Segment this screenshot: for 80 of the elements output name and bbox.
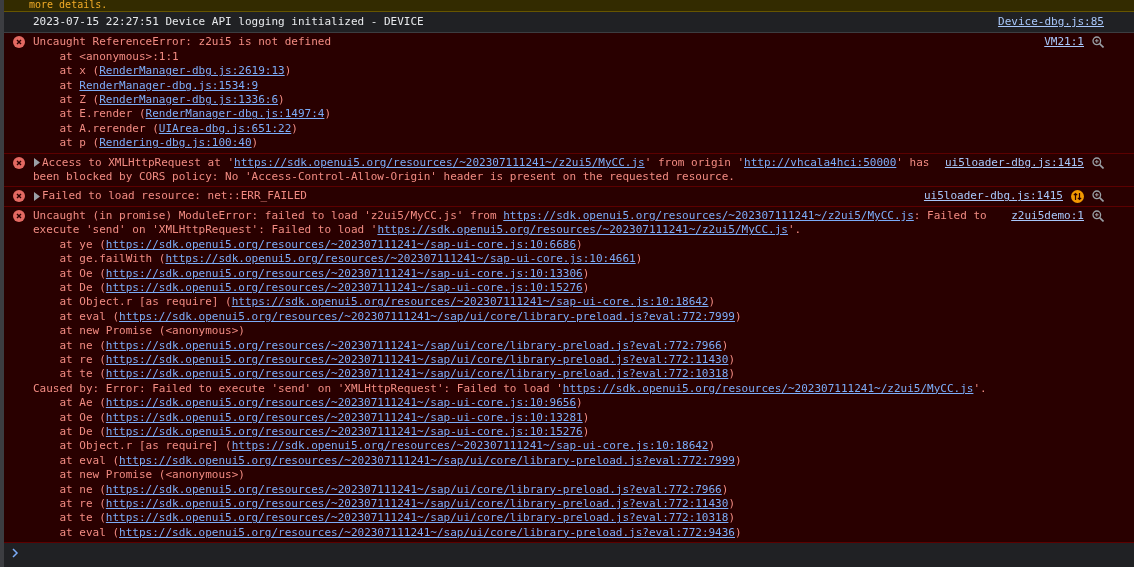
url-link[interactable]: Rendering-dbg.js:100:40 [99,136,252,150]
stack-frame: at te (https://sdk.openui5.org/resources/~202307111241~/sap/ui/core/library-preload.js?eval:772:10318) [33,511,998,526]
url-link[interactable]: https://sdk.openui5.org/resources/~202307111241~/sap/ui/core/library-preload.js?eval:772:7966 [105,338,722,352]
url-link[interactable]: https://sdk.openui5.org/resources/~202307111241~/sap/ui/core/library-preload.js?eval:772:10318 [105,511,729,525]
error-icon [13,209,25,222]
expand-triangle-icon[interactable] [33,158,41,168]
stack-frame: at Z (RenderManager-dbg.js:1336:6) [33,93,1031,108]
stack-frame: at eval (https://sdk.openui5.org/resources/~202307111241~/sap/ui/core/library-preload.js?eval:772:9436) [33,525,998,541]
stack-frame: at new Promise (<anonymous>) [33,468,998,483]
url-link[interactable]: https://sdk.openui5.org/resources/~202307111241~/sap-ui-core.js:10:15276 [105,424,583,438]
stack-frame: at De (https://sdk.openui5.org/resources/~202307111241~/sap-ui-core.js:10:15276) [33,280,998,296]
stack-frame: at eval (https://sdk.openui5.org/resources/~202307111241~/sap/ui/core/library-preload.js?eval:772:7999) [33,453,998,469]
url-link[interactable]: https://sdk.openui5.org/resources/~202307111241~/sap-ui-core.js:10:18642 [231,295,709,309]
stack-frame: at RenderManager-dbg.js:1534:9 [33,78,1031,94]
search-icon[interactable] [1092,209,1104,222]
expand-triangle-icon[interactable] [33,191,41,201]
url-link[interactable]: https://sdk.openui5.org/resources/~202307111241~/z2ui5/MyCC.js [503,208,914,222]
url-link[interactable]: https://sdk.openui5.org/resources/~202307111241~/z2ui5/MyCC.js [562,381,974,395]
error-icon [13,36,25,49]
error-message: Uncaught ReferenceError: z2ui5 is not defined [33,35,332,50]
url-link[interactable]: https://sdk.openui5.org/resources/~202307111241~/sap-ui-core.js:10:13306 [105,266,583,280]
url-link[interactable]: https://sdk.openui5.org/resources/~202307111241~/sap-ui-core.js:10:15276 [105,280,583,294]
search-icon[interactable] [1092,36,1104,49]
stack-frame: at Oe (https://sdk.openui5.org/resources/~202307111241~/sap-ui-core.js:10:13306) [33,266,998,281]
stack-frame: at A.rerender (UIArea-dbg.js:651:22) [33,121,1031,137]
url-link[interactable]: https://sdk.openui5.org/resources/~202307111241~/sap-ui-core.js:10:6686 [105,237,577,251]
stack-frame: at ge.failWith (https://sdk.openui5.org/resources/~202307111241~/sap-ui-core.js:10:4661) [33,252,998,267]
stack-frame: at te (https://sdk.openui5.org/resources/~202307111241~/sap/ui/core/library-preload.js?eval:772:10318) [33,367,998,382]
log-message: 2023-07-15 22:27:51 Device API logging initialized - DEVICE [33,15,425,30]
url-link[interactable]: https://sdk.openui5.org/resources/~202307111241~/sap/ui/core/library-preload.js?eval:772:9436 [119,525,735,539]
url-link[interactable]: https://sdk.openui5.org/resources/~202307111241~/sap-ui-core.js:10:13281 [105,410,583,424]
source-link[interactable]: ui5loader-dbg.js:1415 [923,189,1063,204]
prompt-chevron-icon [12,548,19,559]
error-message: Uncaught (in promise) ModuleError: failed to load 'z2ui5/MyCC.js' from https://sdk.openui5.org/resources/~202307111241~/z2ui5/MyCC.js: Failed to execute 'send' on 'XMLHttpRequest': Failed to load 'https://sdk.openui5.org/resources/~202307111241~/z2ui5/MyCC.js'. [33,208,988,238]
url-link[interactable]: https://sdk.openui5.org/resources/~202307111241~/sap-ui-core.js:10:9656 [105,396,577,410]
stack-frame: at Ae (https://sdk.openui5.org/resources/~202307111241~/sap-ui-core.js:10:9656) [33,396,998,411]
stack-frame: at re (https://sdk.openui5.org/resources/~202307111241~/sap/ui/core/library-preload.js?eval:772:11430) [33,497,998,512]
warning-message: more details. [4,0,1134,12]
url-link[interactable]: UIArea-dbg.js:651:22 [158,121,292,135]
error-icon [13,156,25,169]
stack-frame: at E.render (RenderManager-dbg.js:1497:4) [33,107,1031,122]
stack-frame: at ne (https://sdk.openui5.org/resources/~202307111241~/sap/ui/core/library-preload.js?eval:772:7966) [33,338,998,353]
url-link[interactable]: RenderManager-dbg.js:2619:13 [99,64,285,78]
url-link[interactable]: https://sdk.openui5.org/resources/~202307111241~/sap/ui/core/library-preload.js?eval:772:7966 [105,482,722,496]
search-icon[interactable] [1092,190,1104,203]
url-link[interactable]: RenderManager-dbg.js:1336:6 [99,93,279,107]
stack-frame: at De (https://sdk.openui5.org/resources/~202307111241~/sap-ui-core.js:10:15276) [33,424,998,440]
stack-frame: at Object.r [as require] (https://sdk.openui5.org/resources/~202307111241~/sap-ui-core.js:10:18642) [33,439,998,454]
stack-frame: at x (RenderManager-dbg.js:2619:13) [33,64,1031,79]
error-message: Failed to load resource: net::ERR_FAILED [33,189,910,204]
error-message: Access to XMLHttpRequest at 'https://sdk.openui5.org/resources/~202307111241~/z2ui5/MyCC.js' from origin 'http://vhcala4hci:50000' has been blocked by CORS policy: No 'Access-Control-Allow-Origin' header is present on the requested resource. [33,155,931,185]
url-link[interactable]: https://sdk.openui5.org/resources/~202307111241~/sap/ui/core/library-preload.js?eval:772:11430 [105,352,729,366]
url-link[interactable]: https://sdk.openui5.org/resources/~202307111241~/z2ui5/MyCC.js [234,155,645,169]
source-link[interactable]: VM21:1 [1044,35,1084,50]
error-icon [13,190,25,203]
stack-frame: at re (https://sdk.openui5.org/resources/~202307111241~/sap/ui/core/library-preload.js?eval:772:11430) [33,352,998,368]
stack-frame: at ne (https://sdk.openui5.org/resources/~202307111241~/sap/ui/core/library-preload.js?eval:772:7966) [33,482,998,497]
search-icon[interactable] [1092,156,1104,169]
stack-frame: at Oe (https://sdk.openui5.org/resources/~202307111241~/sap-ui-core.js:10:13281) [33,410,998,425]
url-link[interactable]: https://sdk.openui5.org/resources/~202307111241~/sap/ui/core/library-preload.js?eval:772:11430 [105,497,729,510]
stack-frame: at eval (https://sdk.openui5.org/resources/~202307111241~/sap/ui/core/library-preload.js?eval:772:7999) [33,309,998,325]
url-link[interactable]: https://sdk.openui5.org/resources/~202307111241~/sap-ui-core.js:10:4661 [165,252,636,266]
stack-frame: at p (Rendering-dbg.js:100:40) [33,136,1031,151]
url-link[interactable]: https://sdk.openui5.org/resources/~202307111241~/sap/ui/core/library-preload.js?eval:772:7999 [119,309,735,323]
cause-message: Caused by: Error: Failed to execute 'send' on 'XMLHttpRequest': Failed to load 'https://sdk.openui5.org/resources/~202307111241~/z2ui5/MyCC.js'. [33,381,988,397]
source-link[interactable]: ui5loader-dbg.js:1415 [944,155,1084,171]
url-link[interactable]: RenderManager-dbg.js:1497:4 [145,107,325,121]
url-link[interactable]: https://sdk.openui5.org/resources/~202307111241~/sap/ui/core/library-preload.js?eval:772:10318 [105,367,729,381]
url-link[interactable]: http://vhcala4hci:50000 [744,155,897,169]
url-link[interactable]: RenderManager-dbg.js:1534:9 [79,78,259,92]
url-link[interactable]: https://sdk.openui5.org/resources/~202307111241~/z2ui5/MyCC.js [377,223,788,237]
stack-frame: at Object.r [as require] (https://sdk.openui5.org/resources/~202307111241~/sap-ui-core.js:10:18642) [33,295,998,310]
stack-frame: at ye (https://sdk.openui5.org/resources/~202307111241~/sap-ui-core.js:10:6686) [33,237,998,253]
source-link[interactable]: Device-dbg.js:85 [998,15,1104,30]
stack-frame: at <anonymous>:1:1 [33,49,1031,65]
source-link[interactable]: z2ui5demo:1 [1011,208,1084,224]
network-request-icon[interactable] [1071,189,1084,203]
url-link[interactable]: https://sdk.openui5.org/resources/~202307111241~/sap-ui-core.js:10:18642 [231,439,709,453]
stack-frame: at new Promise (<anonymous>) [33,324,998,339]
url-link[interactable]: https://sdk.openui5.org/resources/~202307111241~/sap/ui/core/library-preload.js?eval:772:7999 [119,453,735,467]
